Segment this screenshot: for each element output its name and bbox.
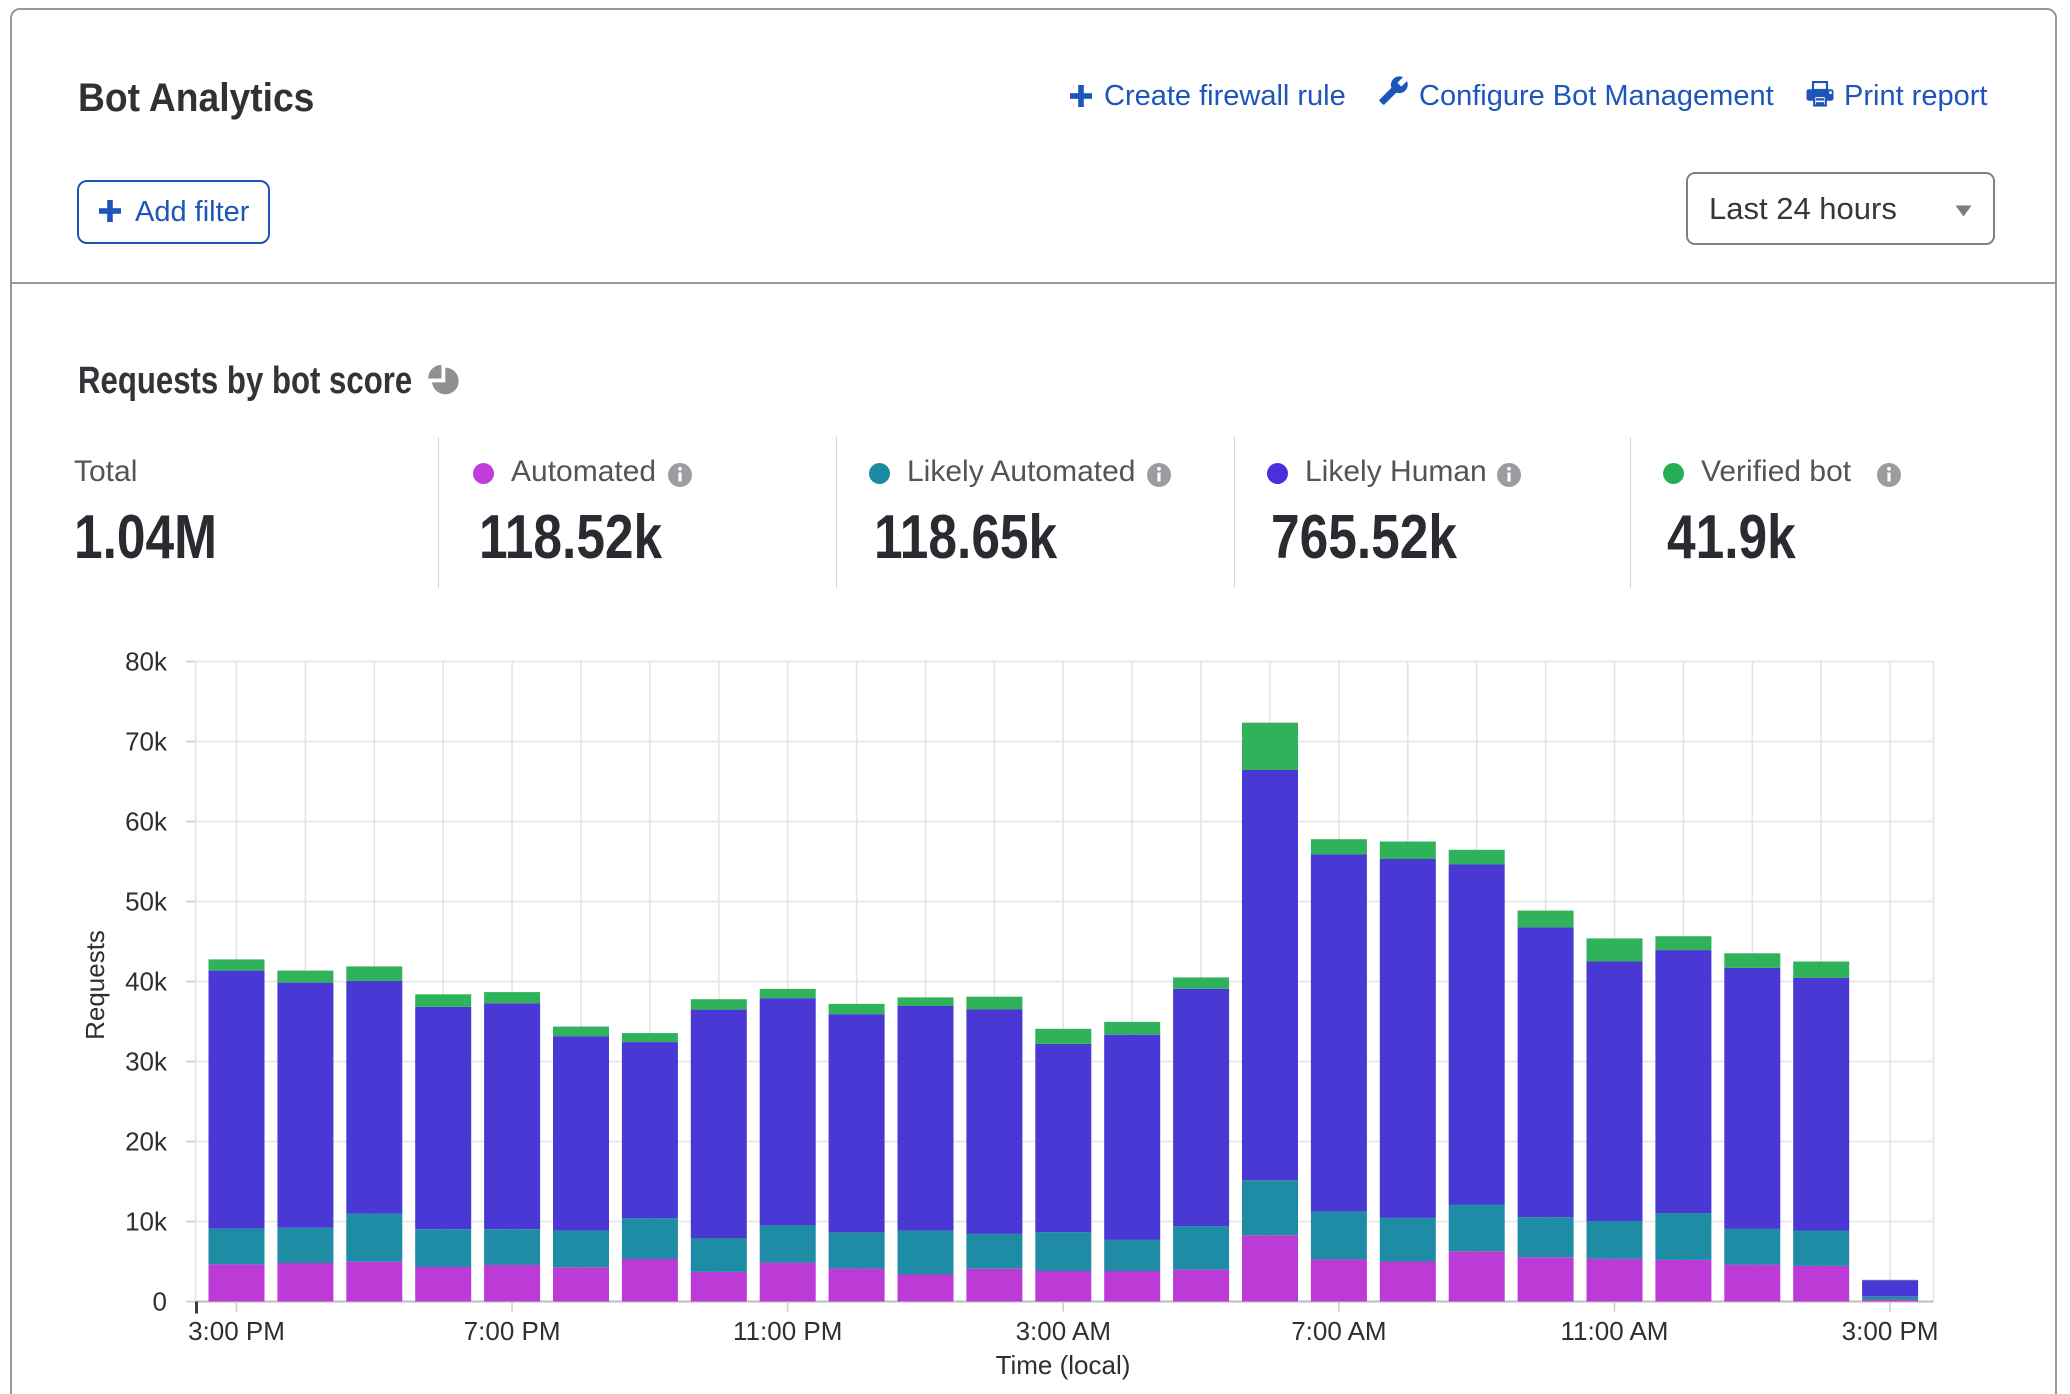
svg-text:60k: 60k xyxy=(125,807,168,837)
svg-text:10k: 10k xyxy=(125,1207,168,1237)
svg-text:70k: 70k xyxy=(125,727,168,757)
svg-text:7:00 AM: 7:00 AM xyxy=(1291,1316,1386,1346)
svg-text:3:00 AM: 3:00 AM xyxy=(1016,1316,1111,1346)
svg-text:0: 0 xyxy=(153,1287,167,1317)
svg-text:Time (local): Time (local) xyxy=(996,1350,1131,1380)
svg-text:3:00 PM: 3:00 PM xyxy=(1842,1316,1939,1346)
svg-text:40k: 40k xyxy=(125,967,168,997)
svg-text:Requests: Requests xyxy=(80,930,110,1040)
svg-text:7:00 PM: 7:00 PM xyxy=(464,1316,561,1346)
svg-text:11:00 PM: 11:00 PM xyxy=(733,1316,842,1346)
svg-text:20k: 20k xyxy=(125,1127,168,1157)
svg-text:50k: 50k xyxy=(125,887,168,917)
svg-text:80k: 80k xyxy=(125,647,168,677)
svg-text:11:00 AM: 11:00 AM xyxy=(1561,1316,1669,1346)
svg-text:30k: 30k xyxy=(125,1047,168,1077)
svg-text:3:00 PM: 3:00 PM xyxy=(188,1316,285,1346)
